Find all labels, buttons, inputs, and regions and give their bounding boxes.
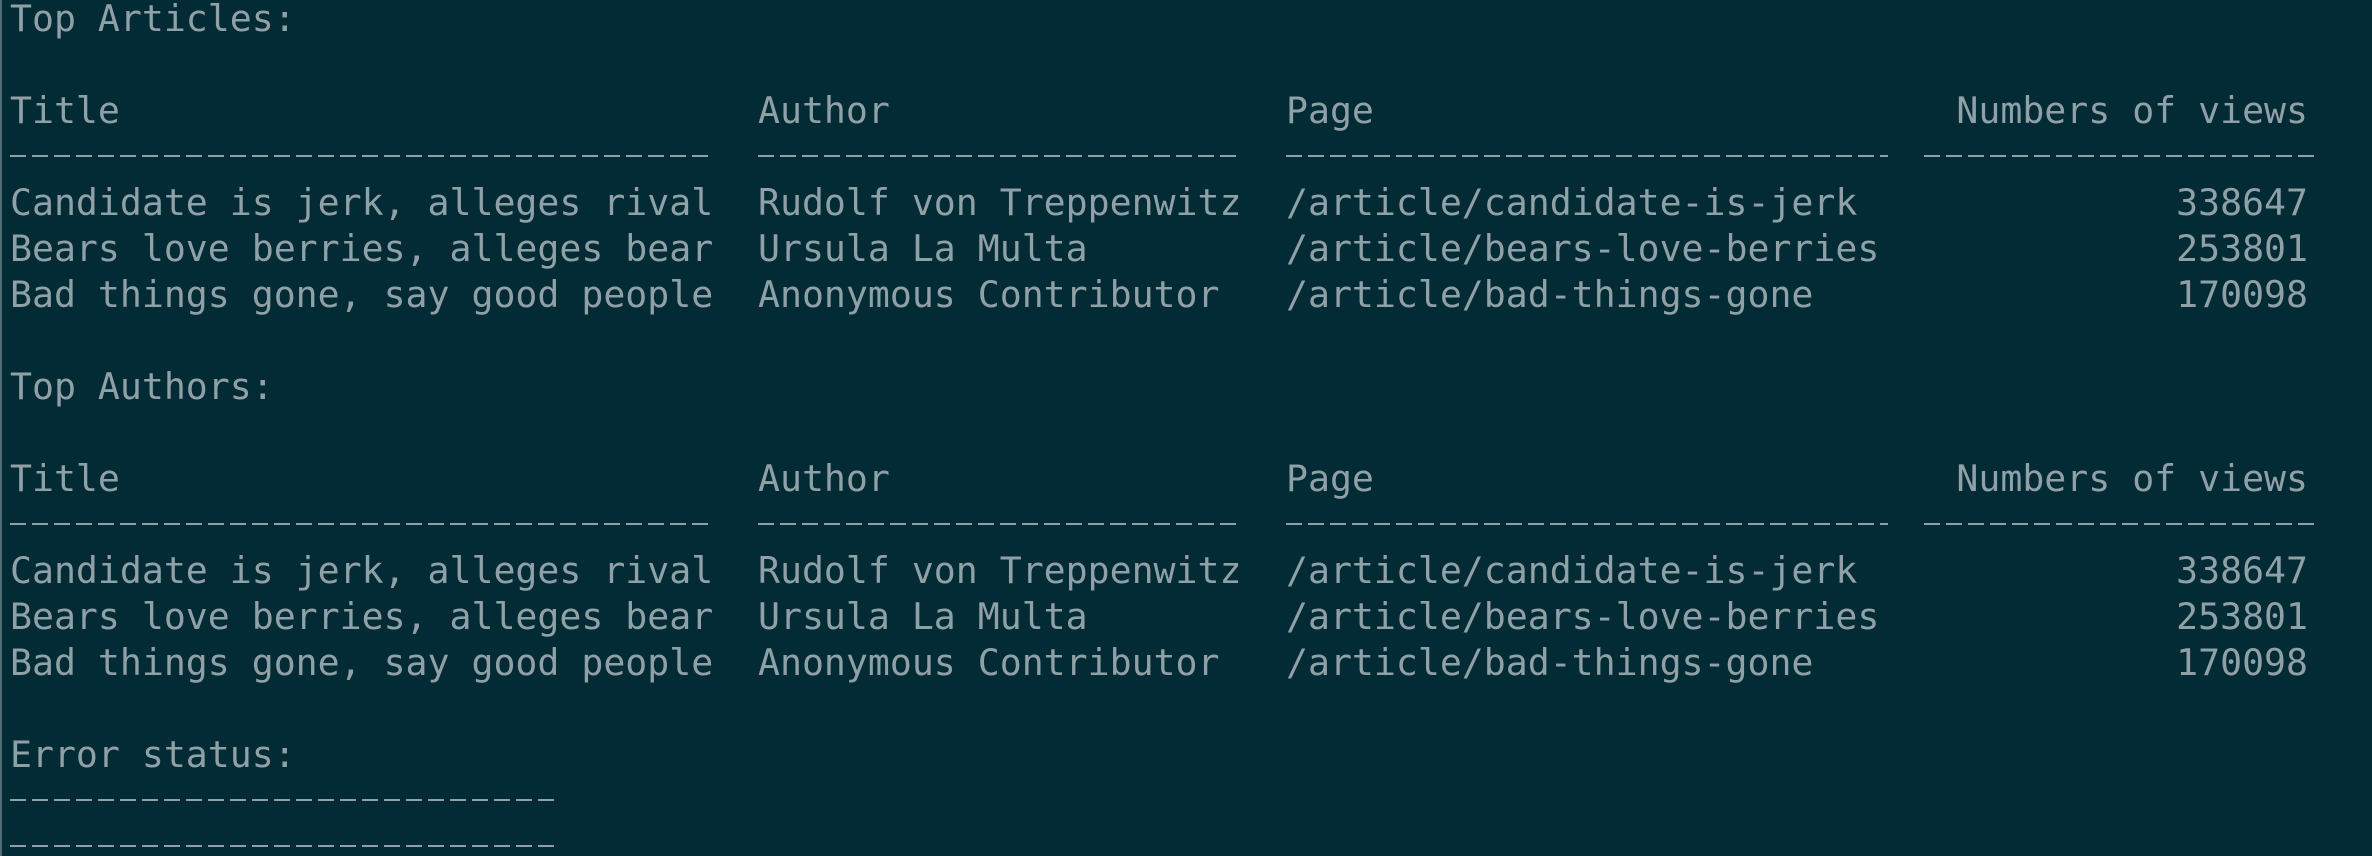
article-title-cell: Candidate is jerk, alleges rival [10, 181, 714, 224]
author-views-cell: 170098 [2176, 641, 2308, 684]
views-column-divider [1924, 155, 2320, 157]
error-status-divider-top [10, 778, 2360, 824]
author-title-cell: Bears love berries, alleges bear [10, 595, 714, 638]
author-name-cell: Anonymous Contributor [758, 641, 1220, 684]
page-column-divider [1286, 155, 1888, 157]
author-column-divider [758, 523, 1242, 525]
article-author-cell: Rudolf von Treppenwitz [758, 181, 1242, 224]
author-title-cell: Bad things gone, say good people [10, 641, 714, 684]
top-authors-header-row: Title Author Page Numbers of views [10, 456, 2360, 502]
article-views-cell: 170098 [2176, 273, 2308, 316]
page-column-divider [1286, 523, 1888, 525]
author-page-cell: /article/candidate-is-jerk [1286, 549, 1858, 592]
section-heading-top-authors: Top Authors: [10, 364, 2360, 410]
column-header-page: Page [1286, 89, 1374, 132]
column-header-views: Numbers of views [1956, 89, 2308, 132]
article-title-cell: Bears love berries, alleges bear [10, 227, 714, 270]
author-name-cell: Rudolf von Treppenwitz [758, 549, 1242, 592]
error-status-divider-bottom [10, 824, 2360, 856]
article-author-cell: Anonymous Contributor [758, 273, 1220, 316]
article-title-cell: Bad things gone, say good people [10, 273, 714, 316]
top-authors-divider-row [10, 502, 2360, 548]
top-articles-divider-row [10, 134, 2360, 180]
title-column-divider [10, 155, 710, 157]
table-row: Bears love berries, alleges bear Ursula … [10, 226, 2360, 272]
article-views-cell: 338647 [2176, 181, 2308, 224]
error-divider [10, 845, 560, 847]
article-page-cell: /article/bad-things-gone [1286, 273, 1814, 316]
error-status-heading: Error status: [10, 733, 296, 776]
table-row: Bears love berries, alleges bear Ursula … [10, 594, 2360, 640]
terminal-left-border [0, 0, 2, 856]
author-page-cell: /article/bad-things-gone [1286, 641, 1814, 684]
column-header-title: Title [10, 89, 120, 132]
column-header-views: Numbers of views [1956, 457, 2308, 500]
table-row: Candidate is jerk, alleges rival Rudolf … [10, 180, 2360, 226]
author-views-cell: 253801 [2176, 595, 2308, 638]
article-page-cell: /article/bears-love-berries [1286, 227, 1880, 270]
top-authors-heading: Top Authors: [10, 365, 274, 408]
author-title-cell: Candidate is jerk, alleges rival [10, 549, 714, 592]
top-articles-heading: Top Articles: [10, 0, 296, 40]
author-views-cell: 338647 [2176, 549, 2308, 592]
author-column-divider [758, 155, 1242, 157]
column-header-page: Page [1286, 457, 1374, 500]
article-page-cell: /article/candidate-is-jerk [1286, 181, 1858, 224]
views-column-divider [1924, 523, 2320, 525]
column-header-author: Author [758, 89, 890, 132]
column-header-title: Title [10, 457, 120, 500]
section-heading-error-status: Error status: [10, 732, 2360, 778]
table-row: Candidate is jerk, alleges rival Rudolf … [10, 548, 2360, 594]
section-heading-top-articles: Top Articles: [10, 0, 2360, 42]
article-views-cell: 253801 [2176, 227, 2308, 270]
article-author-cell: Ursula La Multa [758, 227, 1088, 270]
top-articles-header-row: Title Author Page Numbers of views [10, 88, 2360, 134]
table-row: Bad things gone, say good people Anonymo… [10, 272, 2360, 318]
error-divider [10, 799, 560, 801]
author-page-cell: /article/bears-love-berries [1286, 595, 1880, 638]
title-column-divider [10, 523, 710, 525]
column-header-author: Author [758, 457, 890, 500]
author-name-cell: Ursula La Multa [758, 595, 1088, 638]
table-row: Bad things gone, say good people Anonymo… [10, 640, 2360, 686]
terminal-output[interactable]: Top Articles: Title Author Page Numbers … [10, 0, 2360, 856]
